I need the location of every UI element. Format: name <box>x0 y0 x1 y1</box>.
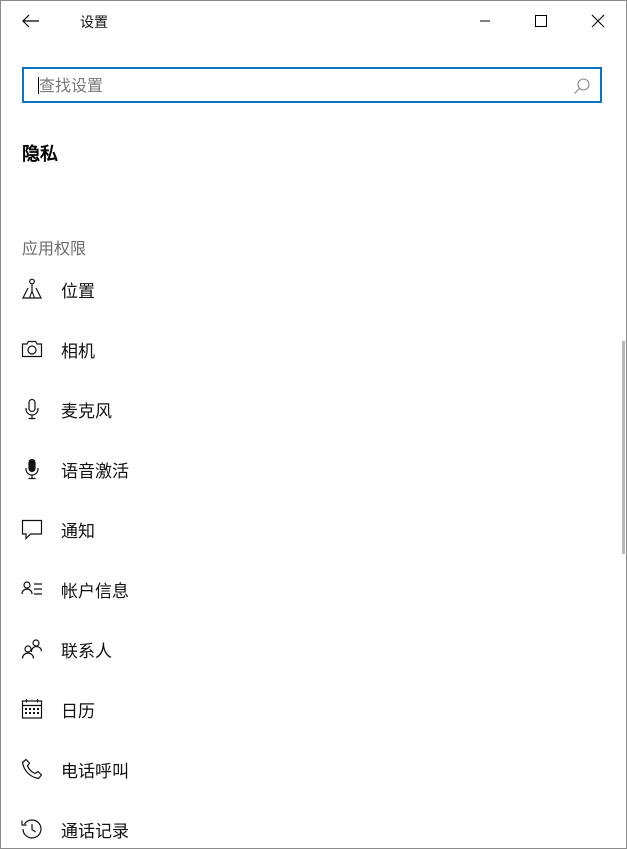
camera-icon <box>21 340 43 358</box>
nav-item-label: 通话记录 <box>61 822 129 842</box>
scrollbar-thumb[interactable] <box>622 341 625 554</box>
microphone-icon <box>25 398 39 420</box>
back-arrow-icon <box>22 14 39 28</box>
back-button[interactable] <box>13 7 49 35</box>
nav-item-phone-calls[interactable]: 电话呼叫 <box>1 741 611 801</box>
permissions-nav-list: 位置 相机 麦克风 语音激活 通知 帐户信息 联系人 日历 电话呼叫 通话记录 <box>1 261 611 848</box>
calendar-icon <box>21 699 43 719</box>
nav-item-contacts[interactable]: 联系人 <box>1 621 611 681</box>
nav-item-label: 帐户信息 <box>61 582 129 602</box>
nav-item-label: 麦克风 <box>61 402 112 422</box>
nav-item-label: 位置 <box>61 282 95 302</box>
page-title: 隐私 <box>22 144 58 165</box>
voice-activation-icon <box>25 458 39 480</box>
nav-item-account-info[interactable]: 帐户信息 <box>1 561 611 621</box>
nav-item-microphone[interactable]: 麦克风 <box>1 381 611 441</box>
call-history-icon <box>21 819 42 839</box>
search-box[interactable] <box>22 67 602 103</box>
nav-item-label: 相机 <box>61 342 95 362</box>
nav-item-label: 语音激活 <box>61 462 129 482</box>
contacts-icon <box>21 639 43 659</box>
close-button[interactable] <box>570 1 626 41</box>
search-input[interactable] <box>39 69 579 101</box>
notification-icon <box>21 519 43 540</box>
nav-item-label: 联系人 <box>61 642 112 662</box>
nav-item-voice-activation[interactable]: 语音激活 <box>1 441 611 501</box>
section-header-app-permissions: 应用权限 <box>22 239 87 258</box>
search-icon[interactable] <box>573 77 591 95</box>
maximize-icon <box>535 15 547 27</box>
nav-item-call-history[interactable]: 通话记录 <box>1 801 611 848</box>
close-icon <box>591 14 605 28</box>
nav-item-calendar[interactable]: 日历 <box>1 681 611 741</box>
account-info-icon <box>21 581 42 595</box>
maximize-button[interactable] <box>513 1 569 41</box>
location-icon <box>22 278 42 299</box>
minimize-icon <box>480 20 490 22</box>
phone-icon <box>21 758 43 780</box>
settings-window: 设置 隐私 应用权限 <box>0 0 627 849</box>
nav-item-label: 电话呼叫 <box>61 762 129 782</box>
title-bar: 设置 <box>1 1 626 41</box>
window-title: 设置 <box>80 15 108 31</box>
nav-item-camera[interactable]: 相机 <box>1 321 611 381</box>
nav-item-label: 日历 <box>61 702 95 722</box>
nav-item-location[interactable]: 位置 <box>1 261 611 321</box>
nav-item-notifications[interactable]: 通知 <box>1 501 611 561</box>
minimize-button[interactable] <box>457 1 513 41</box>
nav-item-label: 通知 <box>61 522 95 542</box>
